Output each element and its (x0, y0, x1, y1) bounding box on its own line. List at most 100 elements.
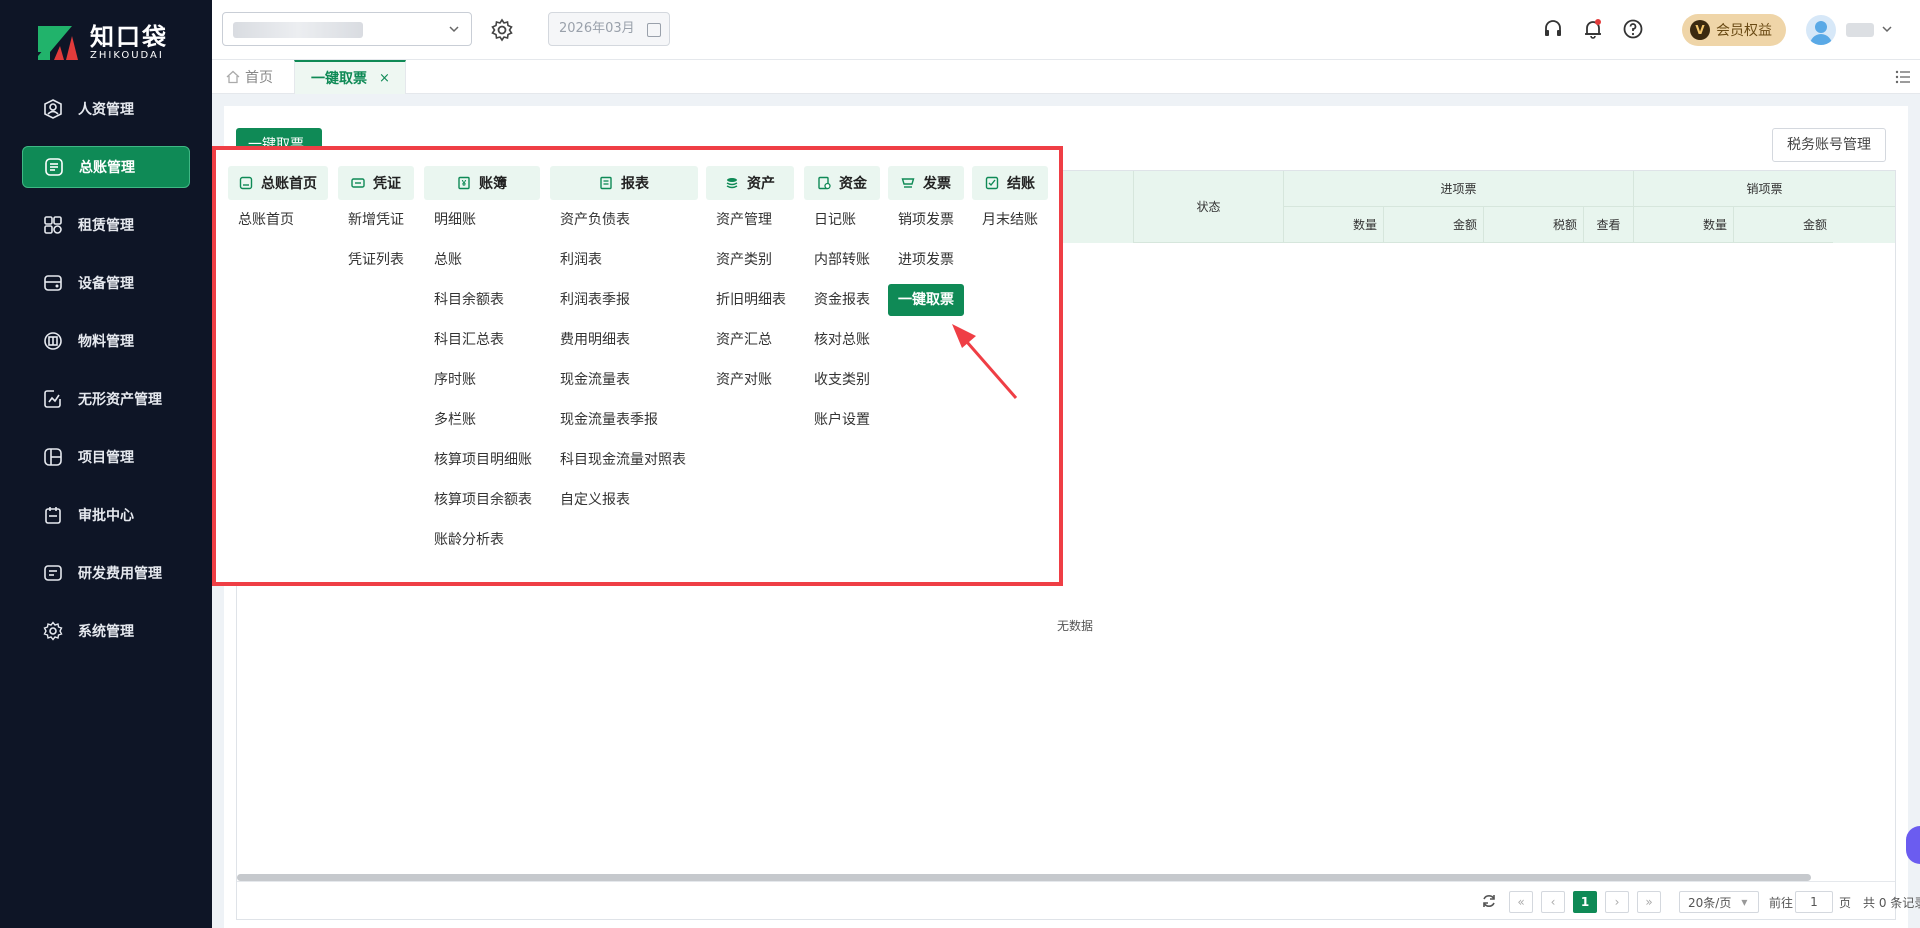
column-header-output-invoice: 销项票 (1633, 171, 1895, 207)
intangible-asset-icon (42, 388, 64, 410)
menu-item[interactable]: 账龄分析表 (424, 520, 540, 560)
tax-account-button[interactable]: 税务账号管理 (1772, 128, 1886, 162)
menu-item[interactable]: 核对总账 (804, 320, 880, 360)
menu-item[interactable]: 核算项目明细账 (424, 440, 540, 480)
menu-item[interactable]: 总账 (424, 240, 540, 280)
menu-item[interactable]: 销项发票 (888, 200, 964, 240)
menu-item[interactable]: 现金流量表季报 (550, 400, 698, 440)
menu-item[interactable]: 资产对账 (706, 360, 794, 400)
menu-item[interactable]: 序时账 (424, 360, 540, 400)
page-size-select[interactable]: 20条/页 ▾ (1679, 891, 1759, 913)
menu-item[interactable]: 核算项目余额表 (424, 480, 540, 520)
first-page-icon[interactable]: « (1509, 891, 1533, 913)
menu-header-voucher[interactable]: 凭证 (338, 166, 414, 200)
horizontal-scrollbar[interactable] (237, 874, 1811, 881)
menu-item[interactable]: 自定义报表 (550, 480, 698, 520)
menu-item[interactable]: 多栏账 (424, 400, 540, 440)
menu-header-funds[interactable]: 资金 (804, 166, 880, 200)
column-header-input-view: 查看 (1583, 207, 1633, 243)
sidebar-item-rnd[interactable]: 研发费用管理 (22, 552, 190, 594)
menu-item[interactable]: 费用明细表 (550, 320, 698, 360)
tab-home-label: 首页 (245, 70, 273, 86)
current-page-button[interactable]: 1 (1573, 891, 1597, 913)
menu-item[interactable]: 总账首页 (228, 200, 328, 240)
menu-item[interactable]: 新增凭证 (338, 200, 414, 240)
user-menu-chevron-icon[interactable] (1880, 22, 1894, 36)
calendar-icon (647, 23, 661, 37)
menu-header-label: 报表 (621, 176, 649, 192)
menu-item[interactable]: 账户设置 (804, 400, 880, 440)
menu-header-closing[interactable]: 结账 (972, 166, 1048, 200)
menu-item[interactable]: 月末结账 (972, 200, 1048, 240)
last-page-icon[interactable]: » (1637, 891, 1661, 913)
column-header-input-amount: 金额 (1383, 207, 1483, 243)
member-benefits-button[interactable]: V 会员权益 (1682, 14, 1786, 46)
sidebar-item-device[interactable]: 设备管理 (22, 262, 190, 304)
sidebar-item-ledger[interactable]: 总账管理 (22, 146, 190, 188)
menu-item[interactable]: 资金报表 (804, 280, 880, 320)
tab-fetch-invoices[interactable]: 一键取票 × (294, 60, 406, 94)
empty-state-text: 无数据 (1057, 619, 1094, 633)
avatar[interactable] (1806, 15, 1836, 45)
prev-page-icon[interactable]: ‹ (1541, 891, 1565, 913)
menu-header-label: 账簿 (479, 176, 507, 192)
settings-icon (42, 620, 64, 642)
gear-icon[interactable] (490, 18, 514, 42)
menu-item[interactable]: 利润表季报 (550, 280, 698, 320)
menu-item[interactable]: 折旧明细表 (706, 280, 794, 320)
sidebar-item-label: 项目管理 (78, 450, 134, 466)
close-icon[interactable]: × (379, 71, 390, 86)
menu-item[interactable]: 现金流量表 (550, 360, 698, 400)
menu-item-fetch-invoices[interactable]: 一键取票 (888, 284, 964, 316)
menu-item[interactable]: 科目汇总表 (424, 320, 540, 360)
menu-column-reports: 报表 资产负债表 利润表 利润表季报 费用明细表 现金流量表 现金流量表季报 科… (550, 166, 698, 520)
period-picker[interactable]: 2026年03月 (548, 12, 670, 46)
menu-item[interactable]: 科目现金流量对照表 (550, 440, 698, 480)
sidebar-item-hr[interactable]: 人资管理 (22, 88, 190, 130)
chat-widget-icon[interactable] (1906, 826, 1920, 864)
menu-item[interactable]: 利润表 (550, 240, 698, 280)
sidebar-item-project[interactable]: 项目管理 (22, 436, 190, 478)
sidebar-item-lease[interactable]: 租赁管理 (22, 204, 190, 246)
menu-item[interactable]: 内部转账 (804, 240, 880, 280)
menu-header-assets[interactable]: 资产 (706, 166, 794, 200)
menu-header-label: 资产 (747, 176, 775, 192)
menu-item[interactable]: 收支类别 (804, 360, 880, 400)
menu-header-label: 资金 (839, 176, 867, 192)
menu-item[interactable]: 资产类别 (706, 240, 794, 280)
tab-home[interactable]: 首页 (226, 60, 273, 94)
sidebar-item-system[interactable]: 系统管理 (22, 610, 190, 652)
goto-page-input[interactable]: 1 (1795, 891, 1833, 913)
menu-column-voucher: 凭证 新增凭证 凭证列表 (338, 166, 414, 280)
brand-logo[interactable]: 知口袋 ZHIKOUDAI (36, 20, 168, 66)
headset-icon[interactable] (1542, 18, 1564, 40)
sidebar-item-intangible[interactable]: 无形资产管理 (22, 378, 190, 420)
menu-item[interactable]: 资产管理 (706, 200, 794, 240)
sidebar-item-material[interactable]: 物料管理 (22, 320, 190, 362)
menu-item[interactable]: 日记账 (804, 200, 880, 240)
menu-item[interactable]: 明细账 (424, 200, 540, 240)
menu-item[interactable]: 进项发票 (888, 240, 964, 280)
menu-column-funds: 资金 日记账 内部转账 资金报表 核对总账 收支类别 账户设置 (804, 166, 880, 440)
help-icon[interactable] (1622, 18, 1644, 40)
top-bar: 2026年03月 V 会员权益 (212, 0, 1920, 60)
approval-icon (42, 504, 64, 526)
menu-header-reports[interactable]: 报表 (550, 166, 698, 200)
next-page-icon[interactable]: › (1605, 891, 1629, 913)
menu-header-books[interactable]: ¥ 账簿 (424, 166, 540, 200)
menu-header-home[interactable]: 总账首页 (228, 166, 328, 200)
company-select[interactable] (222, 12, 472, 46)
sidebar-item-approval[interactable]: 审批中心 (22, 494, 190, 536)
bell-icon[interactable] (1582, 18, 1604, 40)
avatar-user-icon (1810, 21, 1832, 45)
list-menu-icon[interactable] (1894, 68, 1912, 86)
member-badge-icon: V (1690, 20, 1710, 40)
goto-prefix: 前往 (1769, 895, 1794, 910)
menu-item[interactable]: 凭证列表 (338, 240, 414, 280)
menu-header-invoices[interactable]: 发票 (888, 166, 964, 200)
sidebar-item-label: 设备管理 (78, 276, 134, 292)
menu-item[interactable]: 资产汇总 (706, 320, 794, 360)
menu-item[interactable]: 科目余额表 (424, 280, 540, 320)
menu-item[interactable]: 资产负债表 (550, 200, 698, 240)
refresh-icon[interactable] (1481, 893, 1497, 909)
